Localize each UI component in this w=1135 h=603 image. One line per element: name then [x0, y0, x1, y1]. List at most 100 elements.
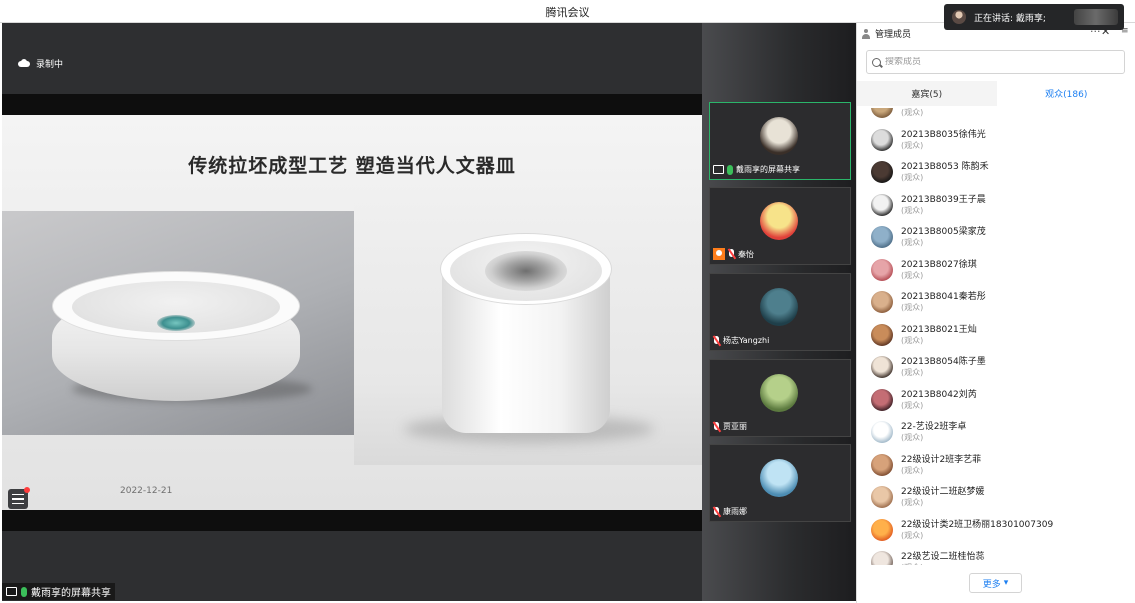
member-role: (观众)	[901, 205, 924, 215]
avatar	[760, 117, 798, 155]
participant-name: 秦怡	[738, 249, 754, 259]
tab-audience[interactable]: 观众(186)	[996, 81, 1135, 106]
recording-label: 录制中	[36, 59, 64, 70]
member-search-input[interactable]	[885, 57, 1105, 67]
member-role: (观众)	[901, 498, 924, 507]
participant-name: 杨志Yangzhi	[723, 336, 770, 345]
letterbox-bottom	[2, 510, 702, 531]
avatar	[871, 108, 893, 118]
avatar	[871, 161, 893, 183]
person-icon	[861, 28, 871, 39]
notification-dot-icon	[24, 487, 30, 493]
member-name: 22级设计2班李艺菲	[901, 454, 982, 465]
member-tabs: 嘉宾(5) 观众(186)	[857, 81, 1135, 106]
avatar	[871, 128, 893, 151]
participant-name: 戴雨享的屏幕共享	[736, 165, 800, 174]
member-role: (观众)	[901, 368, 924, 377]
list-item[interactable]: 20213B8041秦若彤 (观众)	[871, 287, 1121, 319]
member-search-box[interactable]	[866, 50, 1125, 74]
list-item[interactable]: 20213B8027徐琪 (观众)	[871, 255, 1121, 287]
member-name: 20213B8039王子晨	[901, 194, 986, 205]
mic-muted-icon	[713, 506, 720, 517]
member-role: (观众)	[901, 530, 924, 540]
video-tile[interactable]: 杨志Yangzhi	[709, 273, 851, 351]
video-tile[interactable]: 戴雨享的屏幕共享	[709, 102, 851, 180]
video-tile[interactable]: 康雨娜	[709, 444, 851, 522]
bowl-photo	[2, 211, 354, 435]
screen-share-owner-label: 戴雨享的屏幕共享	[2, 583, 115, 600]
avatar	[760, 202, 798, 240]
avatar	[871, 193, 893, 216]
video-tile[interactable]: 秦怡	[709, 187, 851, 265]
member-role: (观众)	[901, 173, 924, 182]
date-stamp: 2022-12-21	[120, 486, 173, 496]
list-item[interactable]: (观众)	[871, 108, 1121, 124]
slide-title: 传统拉坯成型工艺 塑造当代人文器皿	[188, 155, 516, 177]
load-more-button[interactable]: 更多 ▾	[969, 573, 1022, 593]
avatar	[871, 388, 893, 411]
avatar	[871, 291, 893, 313]
chevron-down-icon: ▾	[1003, 578, 1009, 588]
member-role: (观众)	[901, 433, 924, 442]
avatar	[871, 323, 893, 346]
avatar	[871, 551, 893, 565]
member-role: (观众)	[901, 270, 924, 280]
member-role: (观众)	[901, 303, 924, 312]
member-name: 20213B8042刘芮	[901, 389, 977, 400]
video-tile[interactable]: 贾亚丽	[709, 359, 851, 437]
list-item[interactable]: 22级设计2班李艺菲 (观众)	[871, 450, 1121, 482]
member-name: 22级设计二班赵梦媛	[901, 487, 985, 497]
list-item[interactable]: 22级设计二班赵梦媛 (观众)	[871, 482, 1121, 514]
list-item[interactable]: 22级设计类2班卫杨丽18301007309 (观众)	[871, 515, 1121, 547]
member-role: (观众)	[901, 335, 924, 345]
member-role: (观众)	[901, 140, 924, 150]
blurred-region	[1074, 9, 1118, 25]
member-list: (观众) 20213B8035徐伟光 (观众) 20213B8053 陈韵禾 (观众) 2…	[857, 108, 1135, 565]
avatar	[871, 258, 893, 281]
video-tile-label: 戴雨享的屏幕共享	[713, 164, 800, 175]
list-item[interactable]: 20213B8035徐伟光 (观众)	[871, 125, 1121, 157]
avatar	[760, 374, 798, 412]
member-management-panel: 管理成员 ··· ✕ ≡ 嘉宾(5) 观众(186) (观众)20213B803…	[856, 23, 1135, 603]
presentation-slide: 传统拉坯成型工艺 塑造当代人文器皿	[2, 115, 702, 510]
search-icon	[872, 57, 881, 67]
list-item[interactable]: 20213B8021王灿 (观众)	[871, 320, 1121, 352]
member-name: 20213B8027徐琪	[901, 259, 977, 270]
member-role: (观众)	[901, 238, 924, 247]
member-name: 20213B8005梁家茂	[901, 227, 986, 237]
list-item[interactable]: 22-艺设2班李卓 (观众)	[871, 417, 1121, 449]
recording-indicator[interactable]: 录制中	[12, 53, 69, 73]
avatar	[871, 226, 893, 248]
mic-muted-icon	[713, 421, 720, 432]
mic-on-icon	[727, 164, 733, 175]
video-tile-label: 康雨娜	[713, 506, 747, 517]
screen-share-icon	[713, 165, 724, 174]
participant-name: 贾亚丽	[723, 422, 747, 431]
shared-screen-stage: 录制中 传统拉坯成型工艺 塑造当代人文器皿 2022-12-21 戴雨享的屏幕共…	[2, 23, 702, 601]
active-speaker-toast: 正在讲话: 戴雨享;	[944, 4, 1124, 30]
list-item[interactable]: 20213B8042刘芮 (观众)	[871, 385, 1121, 417]
member-role: (观众)	[901, 108, 924, 117]
list-item[interactable]: 20213B8054陈子墨 (观众)	[871, 352, 1121, 384]
active-speaker-text: 正在讲话: 戴雨享;	[974, 13, 1046, 24]
panel-title: 管理成员	[875, 30, 912, 40]
avatar	[871, 453, 893, 476]
member-role: (观众)	[901, 562, 923, 565]
host-badge-icon	[713, 248, 725, 260]
list-item[interactable]: 20213B8053 陈韵禾 (观众)	[871, 157, 1121, 189]
cloud-record-icon	[18, 59, 30, 67]
list-item[interactable]: 22级艺设二班桂怡蕊(观众)	[871, 547, 1121, 565]
list-item[interactable]: 20213B8005梁家茂 (观众)	[871, 222, 1121, 254]
list-item[interactable]: 20213B8039王子晨 (观众)	[871, 190, 1121, 222]
panel-header: 管理成员	[861, 27, 911, 40]
member-name: 20213B8053 陈韵禾	[901, 162, 989, 172]
share-owner-name: 戴雨享的屏幕共享	[31, 588, 111, 599]
avatar	[760, 459, 798, 497]
member-list-toggle-button[interactable]	[8, 487, 30, 509]
video-tile-label: 贾亚丽	[713, 421, 747, 432]
mic-muted-icon	[728, 249, 735, 259]
member-name: 20213B8054陈子墨	[901, 357, 986, 367]
tab-guests[interactable]: 嘉宾(5)	[857, 81, 997, 106]
participant-name: 康雨娜	[723, 507, 747, 516]
speaker-avatar	[952, 10, 966, 24]
